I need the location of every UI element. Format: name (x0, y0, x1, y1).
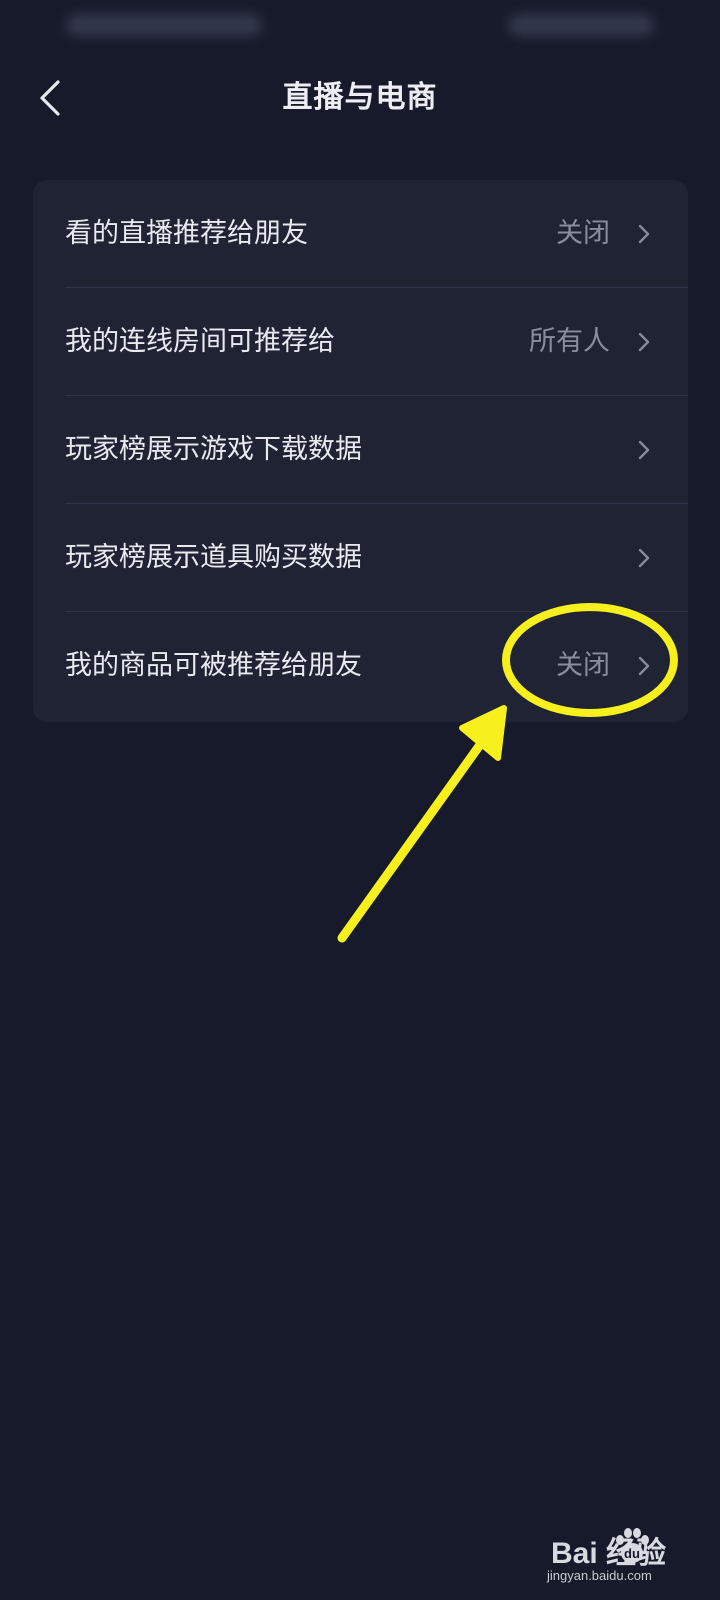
status-bar (0, 0, 720, 52)
setting-label: 玩家榜展示道具购买数据 (65, 542, 362, 573)
paw-icon: du (616, 1528, 649, 1563)
setting-row-game-download-data[interactable]: 玩家榜展示游戏下载数据 (33, 396, 688, 504)
back-button[interactable] (24, 62, 76, 134)
nav-bar: 直播与电商 (0, 62, 720, 134)
setting-value: 所有人 (529, 326, 610, 357)
chevron-right-icon (638, 332, 650, 352)
svg-text:du: du (624, 1546, 640, 1561)
setting-value: 关闭 (556, 650, 610, 681)
setting-label: 我的商品可被推荐给朋友 (65, 650, 362, 681)
chevron-right-icon (638, 440, 650, 460)
setting-label: 看的直播推荐给朋友 (65, 218, 308, 249)
setting-value: 关闭 (556, 218, 610, 249)
settings-card: 看的直播推荐给朋友 关闭 我的连线房间可推荐给 所有人 玩家榜展示游戏下载数据 … (33, 180, 688, 722)
setting-row-live-recommend[interactable]: 看的直播推荐给朋友 关闭 (33, 180, 688, 288)
page-title: 直播与电商 (282, 80, 438, 115)
chevron-right-icon (638, 656, 650, 676)
setting-label: 我的连线房间可推荐给 (65, 326, 335, 357)
chevron-right-icon (638, 224, 650, 244)
watermark-url: jingyan.baidu.com (547, 1568, 652, 1583)
setting-row-linkup-room[interactable]: 我的连线房间可推荐给 所有人 (33, 288, 688, 396)
baidu-jingyan-watermark: Bai 经验 du jingyan.baidu.com (545, 1526, 705, 1590)
setting-row-product-recommend[interactable]: 我的商品可被推荐给朋友 关闭 (33, 612, 688, 720)
chevron-right-icon (638, 548, 650, 568)
annotation-arrow-shaft (337, 723, 497, 943)
setting-label: 玩家榜展示游戏下载数据 (65, 434, 362, 465)
chevron-left-icon (40, 80, 60, 116)
setting-row-item-purchase-data[interactable]: 玩家榜展示道具购买数据 (33, 504, 688, 612)
battery-time-status-blurred (508, 14, 654, 36)
carrier-status-blurred (66, 14, 262, 36)
